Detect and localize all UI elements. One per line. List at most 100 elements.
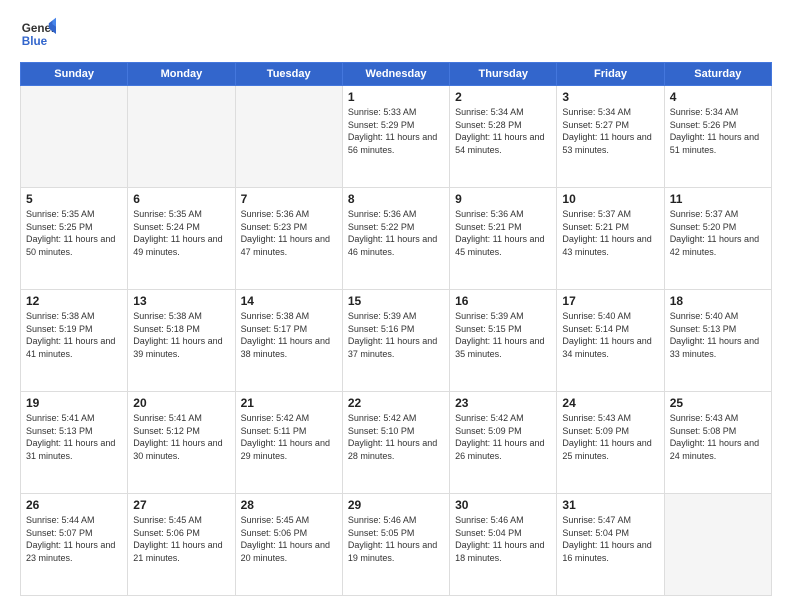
day-number: 9 — [455, 192, 551, 206]
cell-info: Sunrise: 5:45 AM Sunset: 5:06 PM Dayligh… — [133, 514, 229, 564]
cell-info: Sunrise: 5:38 AM Sunset: 5:17 PM Dayligh… — [241, 310, 337, 360]
day-number: 11 — [670, 192, 766, 206]
day-number: 18 — [670, 294, 766, 308]
weekday-friday: Friday — [557, 63, 664, 86]
weekday-wednesday: Wednesday — [342, 63, 449, 86]
day-number: 15 — [348, 294, 444, 308]
calendar-cell: 31 Sunrise: 5:47 AM Sunset: 5:04 PM Dayli… — [557, 494, 664, 596]
calendar-cell: 29Sunrise: 5:46 AM Sunset: 5:05 PM Dayli… — [342, 494, 449, 596]
calendar-cell: 21 Sunrise: 5:42 AM Sunset: 5:11 PM Dayli… — [235, 392, 342, 494]
cell-info: Sunrise: 5:33 AM Sunset: 5:29 PM Dayligh… — [348, 106, 444, 156]
week-row-4: 19 Sunrise: 5:41 AM Sunset: 5:13 PM Dayli… — [21, 392, 772, 494]
calendar-cell: 19 Sunrise: 5:41 AM Sunset: 5:13 PM Dayli… — [21, 392, 128, 494]
calendar-cell: 18 Sunrise: 5:40 AM Sunset: 5:13 PM Dayli… — [664, 290, 771, 392]
calendar-cell: 16Sunrise: 5:39 AM Sunset: 5:15 PM Dayli… — [450, 290, 557, 392]
weekday-header-row: SundayMondayTuesdayWednesdayThursdayFrid… — [21, 63, 772, 86]
cell-info: Sunrise: 5:41 AM Sunset: 5:13 PM Dayligh… — [26, 412, 122, 462]
calendar-cell: 23 Sunrise: 5:42 AM Sunset: 5:09 PM Dayli… — [450, 392, 557, 494]
day-number: 23 — [455, 396, 551, 410]
calendar-cell: 20 Sunrise: 5:41 AM Sunset: 5:12 PM Dayli… — [128, 392, 235, 494]
cell-info: Sunrise: 5:42 AM Sunset: 5:09 PM Dayligh… — [455, 412, 551, 462]
calendar-cell: 25Sunrise: 5:43 AM Sunset: 5:08 PM Dayli… — [664, 392, 771, 494]
cell-info: Sunrise: 5:40 AM Sunset: 5:14 PM Dayligh… — [562, 310, 658, 360]
day-number: 13 — [133, 294, 229, 308]
calendar-cell: 4 Sunrise: 5:34 AM Sunset: 5:26 PM Daylig… — [664, 86, 771, 188]
svg-text:Blue: Blue — [22, 35, 48, 48]
calendar-cell: 1 Sunrise: 5:33 AM Sunset: 5:29 PM Daylig… — [342, 86, 449, 188]
cell-info: Sunrise: 5:40 AM Sunset: 5:13 PM Dayligh… — [670, 310, 766, 360]
cell-info: Sunrise: 5:43 AM Sunset: 5:08 PM Dayligh… — [670, 412, 766, 462]
cell-info: Sunrise: 5:34 AM Sunset: 5:28 PM Dayligh… — [455, 106, 551, 156]
cell-info: Sunrise: 5:37 AM Sunset: 5:20 PM Dayligh… — [670, 208, 766, 258]
calendar-cell: 24 Sunrise: 5:43 AM Sunset: 5:09 PM Dayli… — [557, 392, 664, 494]
cell-info: Sunrise: 5:46 AM Sunset: 5:05 PM Dayligh… — [348, 514, 444, 564]
day-number: 31 — [562, 498, 658, 512]
calendar-cell: 3 Sunrise: 5:34 AM Sunset: 5:27 PM Daylig… — [557, 86, 664, 188]
cell-info: Sunrise: 5:47 AM Sunset: 5:04 PM Dayligh… — [562, 514, 658, 564]
calendar-cell — [235, 86, 342, 188]
day-number: 26 — [26, 498, 122, 512]
cell-info: Sunrise: 5:36 AM Sunset: 5:23 PM Dayligh… — [241, 208, 337, 258]
cell-info: Sunrise: 5:45 AM Sunset: 5:06 PM Dayligh… — [241, 514, 337, 564]
calendar-cell: 9 Sunrise: 5:36 AM Sunset: 5:21 PM Daylig… — [450, 188, 557, 290]
day-number: 10 — [562, 192, 658, 206]
calendar-cell: 7 Sunrise: 5:36 AM Sunset: 5:23 PM Daylig… — [235, 188, 342, 290]
calendar-cell: 14 Sunrise: 5:38 AM Sunset: 5:17 PM Dayli… — [235, 290, 342, 392]
day-number: 3 — [562, 90, 658, 104]
logo-icon: General Blue — [20, 16, 56, 52]
weekday-saturday: Saturday — [664, 63, 771, 86]
calendar-cell: 12Sunrise: 5:38 AM Sunset: 5:19 PM Dayli… — [21, 290, 128, 392]
calendar-table: SundayMondayTuesdayWednesdayThursdayFrid… — [20, 62, 772, 596]
calendar-cell: 28 Sunrise: 5:45 AM Sunset: 5:06 PM Dayli… — [235, 494, 342, 596]
day-number: 20 — [133, 396, 229, 410]
cell-info: Sunrise: 5:38 AM Sunset: 5:18 PM Dayligh… — [133, 310, 229, 360]
day-number: 19 — [26, 396, 122, 410]
cell-info: Sunrise: 5:36 AM Sunset: 5:22 PM Dayligh… — [348, 208, 444, 258]
calendar-cell: 8 Sunrise: 5:36 AM Sunset: 5:22 PM Daylig… — [342, 188, 449, 290]
weekday-tuesday: Tuesday — [235, 63, 342, 86]
day-number: 21 — [241, 396, 337, 410]
calendar-cell: 15 Sunrise: 5:39 AM Sunset: 5:16 PM Dayli… — [342, 290, 449, 392]
day-number: 7 — [241, 192, 337, 206]
calendar-cell: 17 Sunrise: 5:40 AM Sunset: 5:14 PM Dayli… — [557, 290, 664, 392]
header: General Blue — [20, 16, 772, 52]
weekday-monday: Monday — [128, 63, 235, 86]
calendar-cell: 26 Sunrise: 5:44 AM Sunset: 5:07 PM Dayli… — [21, 494, 128, 596]
cell-info: Sunrise: 5:46 AM Sunset: 5:04 PM Dayligh… — [455, 514, 551, 564]
day-number: 28 — [241, 498, 337, 512]
cell-info: Sunrise: 5:44 AM Sunset: 5:07 PM Dayligh… — [26, 514, 122, 564]
cell-info: Sunrise: 5:34 AM Sunset: 5:27 PM Dayligh… — [562, 106, 658, 156]
day-number: 1 — [348, 90, 444, 104]
week-row-2: 5Sunrise: 5:35 AM Sunset: 5:25 PM Daylig… — [21, 188, 772, 290]
day-number: 8 — [348, 192, 444, 206]
cell-info: Sunrise: 5:42 AM Sunset: 5:11 PM Dayligh… — [241, 412, 337, 462]
day-number: 30 — [455, 498, 551, 512]
calendar-cell — [128, 86, 235, 188]
week-row-3: 12Sunrise: 5:38 AM Sunset: 5:19 PM Dayli… — [21, 290, 772, 392]
calendar-cell: 22 Sunrise: 5:42 AM Sunset: 5:10 PM Dayli… — [342, 392, 449, 494]
cell-info: Sunrise: 5:43 AM Sunset: 5:09 PM Dayligh… — [562, 412, 658, 462]
day-number: 22 — [348, 396, 444, 410]
cell-info: Sunrise: 5:39 AM Sunset: 5:16 PM Dayligh… — [348, 310, 444, 360]
week-row-5: 26 Sunrise: 5:44 AM Sunset: 5:07 PM Dayli… — [21, 494, 772, 596]
day-number: 17 — [562, 294, 658, 308]
calendar-cell: 5Sunrise: 5:35 AM Sunset: 5:25 PM Daylig… — [21, 188, 128, 290]
cell-info: Sunrise: 5:39 AM Sunset: 5:15 PM Dayligh… — [455, 310, 551, 360]
day-number: 24 — [562, 396, 658, 410]
cell-info: Sunrise: 5:34 AM Sunset: 5:26 PM Dayligh… — [670, 106, 766, 156]
calendar-cell: 2Sunrise: 5:34 AM Sunset: 5:28 PM Daylig… — [450, 86, 557, 188]
day-number: 4 — [670, 90, 766, 104]
cell-info: Sunrise: 5:37 AM Sunset: 5:21 PM Dayligh… — [562, 208, 658, 258]
page: General Blue SundayMondayTuesdayWednesda… — [0, 0, 792, 612]
week-row-1: 1 Sunrise: 5:33 AM Sunset: 5:29 PM Daylig… — [21, 86, 772, 188]
cell-info: Sunrise: 5:38 AM Sunset: 5:19 PM Dayligh… — [26, 310, 122, 360]
calendar-cell: 30 Sunrise: 5:46 AM Sunset: 5:04 PM Dayli… — [450, 494, 557, 596]
weekday-thursday: Thursday — [450, 63, 557, 86]
calendar-cell: 27Sunrise: 5:45 AM Sunset: 5:06 PM Dayli… — [128, 494, 235, 596]
cell-info: Sunrise: 5:36 AM Sunset: 5:21 PM Dayligh… — [455, 208, 551, 258]
logo: General Blue — [20, 16, 56, 52]
cell-info: Sunrise: 5:41 AM Sunset: 5:12 PM Dayligh… — [133, 412, 229, 462]
day-number: 14 — [241, 294, 337, 308]
cell-info: Sunrise: 5:42 AM Sunset: 5:10 PM Dayligh… — [348, 412, 444, 462]
calendar-cell: 13 Sunrise: 5:38 AM Sunset: 5:18 PM Dayli… — [128, 290, 235, 392]
